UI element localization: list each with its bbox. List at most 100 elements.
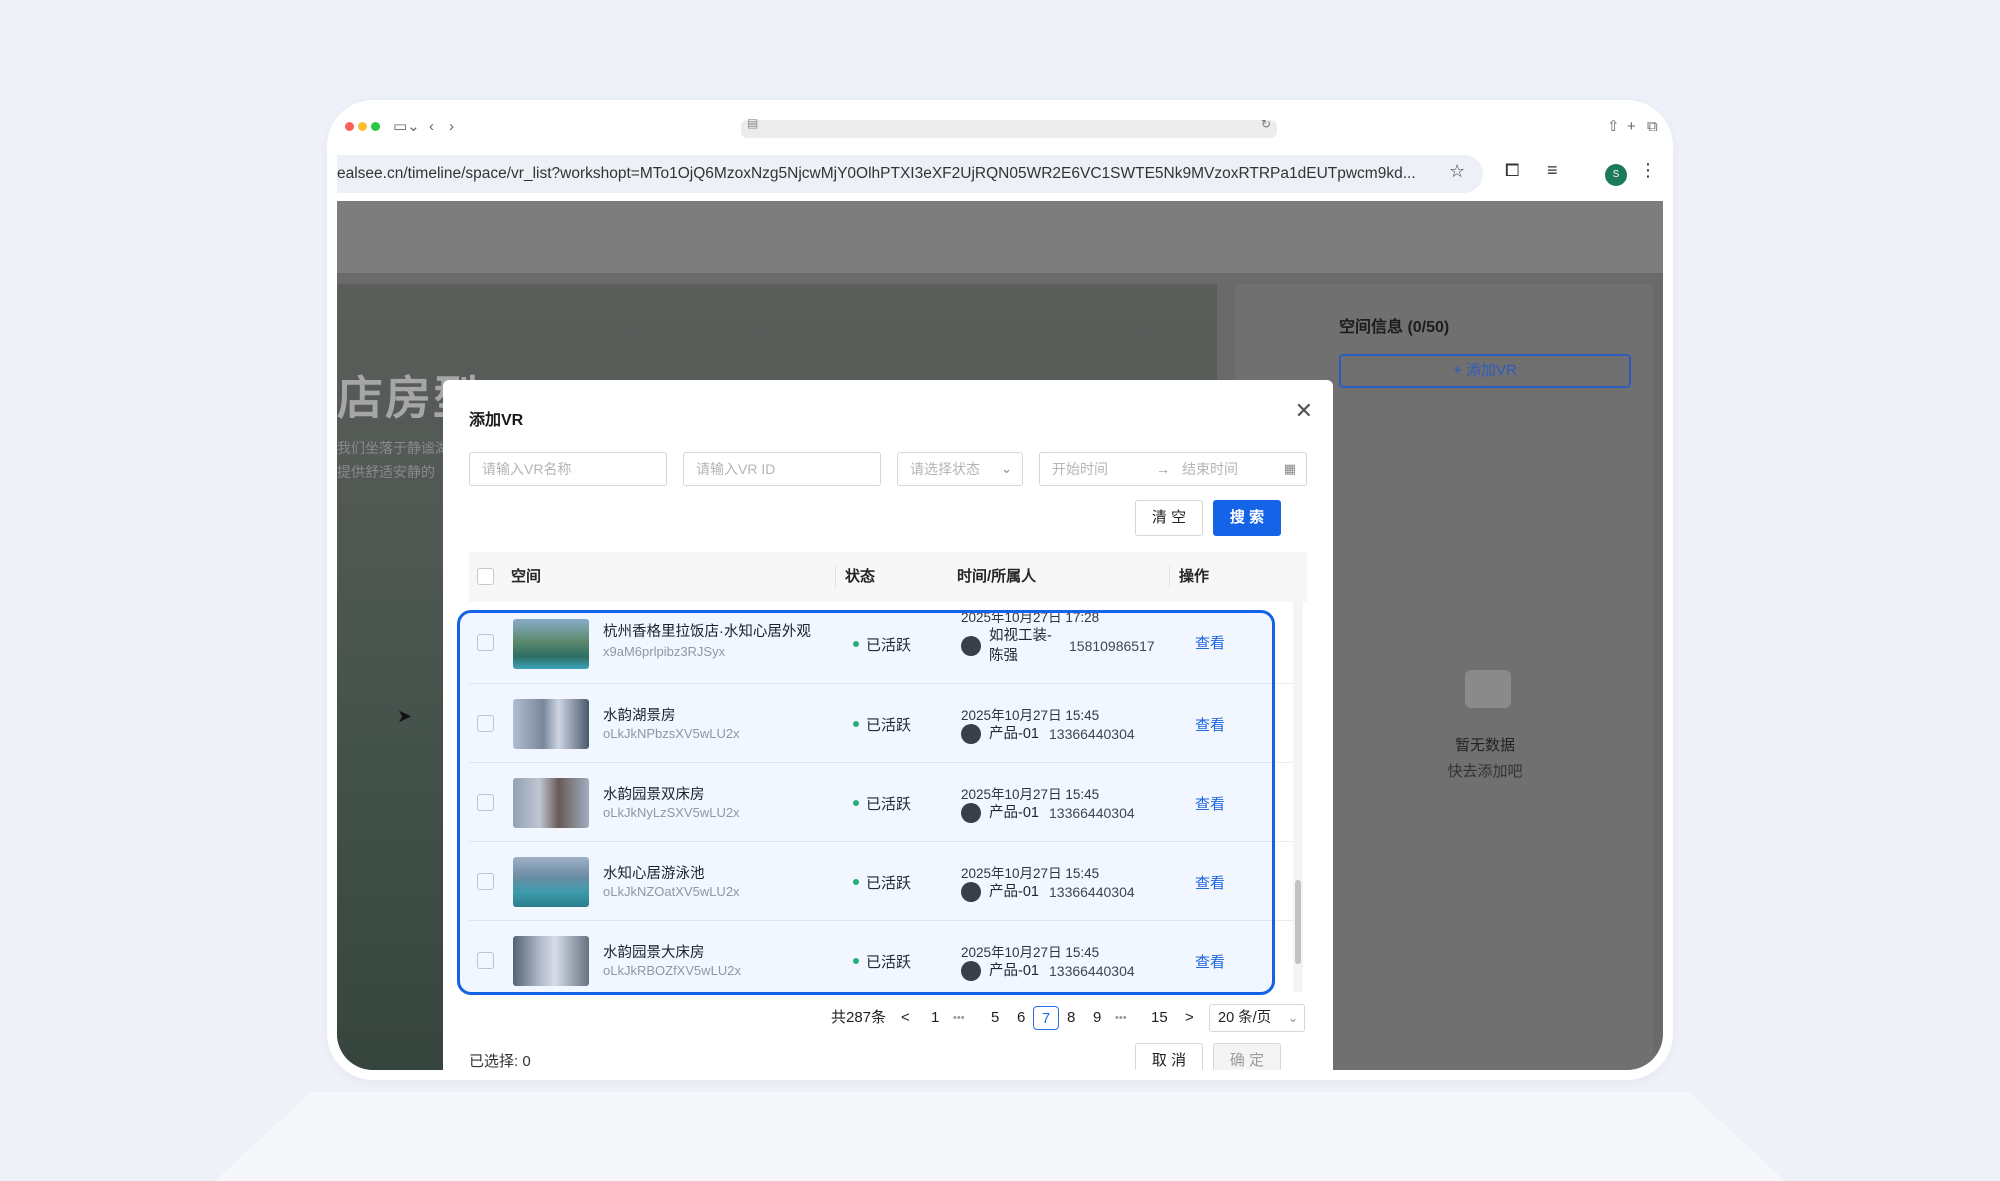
space-info-title: 空间信息 (0/50)	[1339, 319, 1450, 336]
close-icon[interactable]: ✕	[1295, 398, 1313, 424]
total-count: 共287条	[831, 1009, 887, 1026]
row-checkbox[interactable]	[477, 794, 494, 811]
search-button[interactable]: 搜 索	[1213, 500, 1281, 536]
selected-count: 已选择: 0	[469, 1053, 531, 1070]
row-checkbox[interactable]	[477, 634, 494, 651]
page-button[interactable]: 9	[1093, 1006, 1101, 1030]
owner-name-line2: 陈强	[989, 648, 1018, 664]
row-checkbox[interactable]	[477, 715, 494, 732]
close-window-button[interactable]	[345, 122, 354, 131]
background-decoration	[160, 1092, 1840, 1181]
tab-overview-icon[interactable]: ⧉	[1647, 115, 1658, 139]
reload-icon[interactable]: ↻	[1261, 117, 1271, 131]
vr-name: 水韵园景大床房	[603, 945, 705, 961]
confirm-button[interactable]: 确 定	[1213, 1043, 1281, 1070]
maximize-window-button[interactable]	[371, 122, 380, 131]
owner-avatar	[961, 882, 981, 902]
table-row[interactable]: 水韵园景大床房 oLkJkRBOZfXV5wLU2x 已活跃 2025年10月2…	[469, 921, 1297, 992]
tab-address-pill[interactable]: ▤ ↻	[741, 116, 1277, 138]
table-row[interactable]: 水韵园景双床房 oLkJkNyLzSXV5wLU2x 已活跃 2025年10月2…	[469, 763, 1297, 842]
owner-name: 产品-01	[989, 884, 1039, 900]
add-vr-modal: 添加VR ✕ 请输入VR名称 请输入VR ID 请选择状态 ⌄ 开始时间 → 结…	[443, 380, 1333, 1070]
empty-box-icon	[1465, 670, 1511, 708]
vr-thumbnail	[513, 699, 589, 749]
table-row[interactable]: 杭州香格里拉饭店·水知心居外观 x9aM6prlpibz3RJSyx 已活跃 2…	[469, 602, 1297, 684]
page-button[interactable]: 15	[1151, 1006, 1168, 1030]
hero-subtitle: 我们坐落于静谧湖 提供舒适安静的	[337, 436, 449, 484]
forward-icon[interactable]: ›	[449, 115, 454, 139]
status-dot-icon	[853, 879, 859, 886]
status-text: 已活跃	[866, 954, 912, 971]
arrow-right-icon: →	[1156, 461, 1170, 477]
row-checkbox[interactable]	[477, 952, 494, 969]
vr-name: 水知心居游泳池	[603, 866, 705, 882]
reading-list-icon[interactable]: ≡	[1547, 160, 1558, 181]
column-divider	[835, 566, 836, 588]
view-link[interactable]: 查看	[1195, 872, 1225, 893]
owner-name: 产品-01	[989, 963, 1039, 979]
row-checkbox[interactable]	[477, 873, 494, 890]
status-select[interactable]: 请选择状态 ⌄	[897, 452, 1023, 486]
owner-name: 产品-01	[989, 726, 1039, 742]
page-size-value: 20 条/页	[1218, 1010, 1272, 1026]
page-button[interactable]: 8	[1067, 1006, 1075, 1030]
scrollbar-thumb[interactable]	[1295, 880, 1301, 964]
status-badge: 已活跃	[853, 634, 911, 655]
plus-icon: +	[1453, 362, 1467, 379]
page-button[interactable]: 6	[1017, 1006, 1025, 1030]
extensions-icon[interactable]: ⧠	[1505, 160, 1519, 181]
calendar-icon: ▦	[1283, 461, 1296, 476]
owner-phone: 15810986517	[1069, 638, 1155, 654]
owner-avatar	[961, 636, 981, 656]
table-scrollbar[interactable]	[1293, 602, 1303, 992]
vr-time: 2025年10月27日 15:45	[961, 945, 1100, 960]
vr-name: 水韵园景双床房	[603, 787, 705, 803]
page-button[interactable]: 5	[991, 1006, 999, 1030]
chevron-down-icon: ⌄	[1287, 1011, 1298, 1025]
clear-button[interactable]: 清 空	[1135, 500, 1203, 536]
owner-avatar	[961, 961, 981, 981]
next-page-button[interactable]: >	[1185, 1006, 1194, 1030]
table-row[interactable]: 水知心居游泳池 oLkJkNZOatXV5wLU2x 已活跃 2025年10月2…	[469, 842, 1297, 921]
start-date-placeholder: 开始时间	[1052, 461, 1108, 477]
cancel-button[interactable]: 取 消	[1135, 1043, 1203, 1070]
col-status: 状态	[845, 568, 876, 585]
address-bar[interactable]: ealsee.cn/timeline/space/vr_list?worksho…	[337, 155, 1483, 193]
minimize-window-button[interactable]	[358, 122, 367, 131]
end-date-placeholder: 结束时间	[1182, 461, 1238, 477]
table-row[interactable]: 水韵湖景房 oLkJkNPbzsXV5wLU2x 已活跃 2025年10月27日…	[469, 684, 1297, 763]
bookmark-star-icon[interactable]: ☆	[1449, 161, 1465, 182]
status-dot-icon	[853, 800, 859, 807]
view-link[interactable]: 查看	[1195, 951, 1225, 972]
current-page-button[interactable]: 7	[1033, 1006, 1059, 1030]
view-link[interactable]: 查看	[1195, 714, 1225, 735]
owner-phone: 13366440304	[1049, 726, 1135, 742]
new-tab-icon[interactable]: +	[1627, 115, 1636, 139]
page-settings-icon: ▤	[747, 116, 759, 130]
url-text[interactable]: ealsee.cn/timeline/space/vr_list?worksho…	[337, 165, 1417, 183]
back-icon[interactable]: ‹	[429, 115, 434, 139]
view-link[interactable]: 查看	[1195, 632, 1225, 653]
page-ellipsis[interactable]: •••	[1115, 1006, 1127, 1030]
vr-name-input[interactable]: 请输入VR名称	[469, 452, 667, 486]
view-link[interactable]: 查看	[1195, 793, 1225, 814]
date-range-picker[interactable]: 开始时间 → 结束时间 ▦	[1039, 452, 1307, 486]
add-vr-button[interactable]: + 添加VR	[1339, 354, 1631, 388]
profile-avatar[interactable]: S	[1605, 164, 1627, 186]
page-ellipsis[interactable]: •••	[953, 1006, 965, 1030]
col-action: 操作	[1179, 568, 1210, 585]
select-all-checkbox[interactable]	[477, 568, 494, 585]
vr-id-input[interactable]: 请输入VR ID	[683, 452, 881, 486]
page-button[interactable]: 1	[931, 1006, 939, 1030]
status-dot-icon	[853, 641, 859, 648]
more-menu-icon[interactable]: ⋮	[1639, 160, 1657, 181]
sidebar-toggle-icon[interactable]: ▭⌄	[393, 115, 420, 139]
page-size-select[interactable]: 20 条/页 ⌄	[1209, 1004, 1305, 1032]
empty-title: 暂无数据	[1454, 737, 1515, 754]
owner-name: 产品-01	[989, 805, 1039, 821]
prev-page-button[interactable]: <	[901, 1006, 910, 1030]
page-header-dimmed	[337, 201, 1663, 273]
table-header: 空间 状态 时间/所属人 操作	[469, 552, 1307, 602]
vr-id: oLkJkNZOatXV5wLU2x	[603, 884, 740, 899]
share-icon[interactable]: ⇧	[1607, 115, 1620, 139]
